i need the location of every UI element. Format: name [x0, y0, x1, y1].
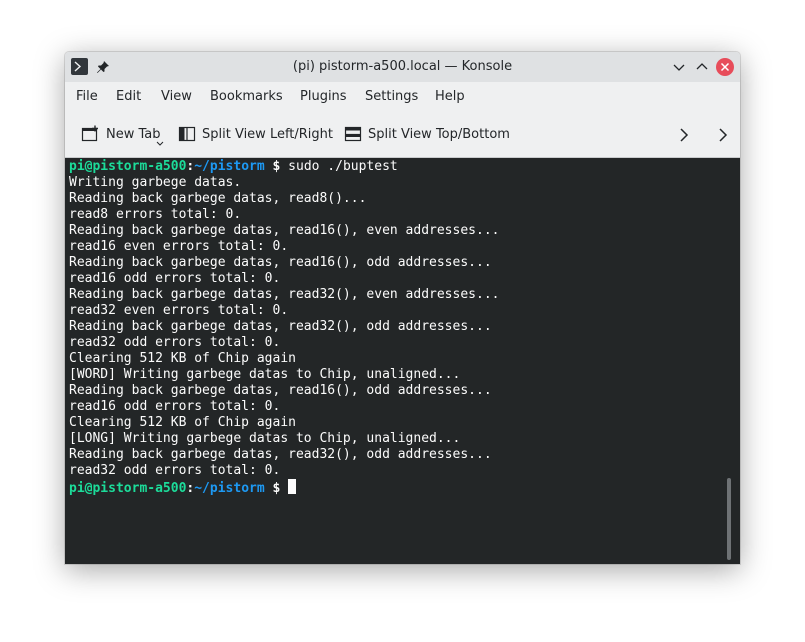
- chevron-up-icon: [696, 63, 708, 70]
- output-line: read32 even errors total: 0.: [69, 303, 289, 318]
- split-view-left-right-button[interactable]: Split View Left/Right: [178, 121, 333, 147]
- prompt-symbol: $: [264, 481, 281, 496]
- split-vertical-icon: [178, 126, 196, 142]
- menu-edit[interactable]: Edit: [114, 82, 143, 112]
- output-line: Reading back garbege datas, read16(), ev…: [69, 223, 500, 238]
- window-title: (pi) pistorm-a500.local — Konsole: [292, 59, 513, 74]
- output-line: Clearing 512 KB of Chip again: [69, 351, 296, 366]
- terminal-view[interactable]: pi@pistorm-a500:~/pistorm $ sudo ./bupte…: [65, 158, 740, 564]
- menu-settings[interactable]: Settings: [363, 82, 420, 112]
- output-line: Reading back garbege datas, read16(), od…: [69, 383, 492, 398]
- split-view-left-right-label: Split View Left/Right: [202, 126, 334, 142]
- output-line: read16 odd errors total: 0.: [69, 271, 281, 286]
- menu-view[interactable]: View: [159, 82, 194, 112]
- minimize-button[interactable]: [670, 58, 688, 76]
- title-bar[interactable]: (pi) pistorm-a500.local — Konsole: [65, 52, 740, 82]
- toolbar-extension-button[interactable]: [715, 126, 731, 144]
- prompt-user: pi@pistorm-a500: [69, 159, 187, 174]
- menu-plugins[interactable]: Plugins: [298, 82, 349, 112]
- output-line: Writing garbege datas.: [69, 175, 242, 190]
- output-line: read8 errors total: 0.: [69, 207, 242, 222]
- output-line: Reading back garbege datas, read32(), od…: [69, 447, 492, 462]
- prompt-line[interactable]: pi@pistorm-a500:~/pistorm $: [69, 479, 499, 496]
- split-horizontal-icon: [344, 126, 362, 142]
- chevron-down-icon: [673, 64, 685, 71]
- output-line: read32 odd errors total: 0.: [69, 463, 281, 478]
- chevron-right-icon: [719, 128, 728, 142]
- output-line: read16 even errors total: 0.: [69, 239, 289, 254]
- prompt-symbol: $: [264, 159, 281, 174]
- split-view-top-bottom-button[interactable]: Split View Top/Bottom: [344, 121, 510, 147]
- prompt-path: ~/pistorm: [194, 481, 265, 496]
- dropdown-arrow-icon: [156, 141, 164, 146]
- split-view-top-bottom-label: Split View Top/Bottom: [368, 126, 510, 142]
- output-line: Reading back garbege datas, read32(), ev…: [69, 287, 500, 302]
- maximize-button[interactable]: [693, 58, 711, 76]
- chevron-right-icon: [680, 128, 689, 142]
- prompt-path: ~/pistorm: [194, 159, 265, 174]
- output-line: Clearing 512 KB of Chip again: [69, 415, 296, 430]
- output-line: [LONG] Writing garbege datas to Chip, un…: [69, 431, 461, 446]
- menu-file[interactable]: File: [74, 82, 100, 112]
- text-cursor: [288, 479, 297, 494]
- output-line: read32 odd errors total: 0.: [69, 335, 281, 350]
- new-tab-icon: [81, 125, 98, 142]
- terminal-output: pi@pistorm-a500:~/pistorm $ sudo ./bupte…: [69, 159, 500, 496]
- scrollbar[interactable]: [727, 478, 731, 560]
- new-tab-button[interactable]: New Tab: [81, 121, 164, 147]
- output-line: read16 odd errors total: 0.: [69, 399, 281, 414]
- prompt-user: pi@pistorm-a500: [69, 481, 187, 496]
- menu-bookmarks[interactable]: Bookmarks: [208, 82, 285, 112]
- output-line: Reading back garbege datas, read8()...: [69, 191, 367, 206]
- command-line: pi@pistorm-a500:~/pistorm $ sudo ./bupte…: [69, 159, 499, 175]
- menu-help[interactable]: Help: [433, 82, 467, 112]
- close-button[interactable]: [716, 58, 734, 76]
- command-text: sudo ./buptest: [280, 159, 398, 174]
- toolbar-overflow-button[interactable]: [676, 126, 692, 144]
- new-tab-label: New Tab: [106, 126, 161, 142]
- output-line: Reading back garbege datas, read16(), od…: [69, 255, 492, 270]
- toolbar: New Tab Split View Left/Right Split View…: [65, 112, 740, 158]
- close-icon: [716, 58, 734, 76]
- konsole-window: (pi) pistorm-a500.local — Konsole File E…: [65, 52, 740, 564]
- menu-bar: File Edit View Bookmarks Plugins Setting…: [65, 82, 740, 112]
- output-line: [WORD] Writing garbege datas to Chip, un…: [69, 367, 461, 382]
- output-line: Reading back garbege datas, read32(), od…: [69, 319, 492, 334]
